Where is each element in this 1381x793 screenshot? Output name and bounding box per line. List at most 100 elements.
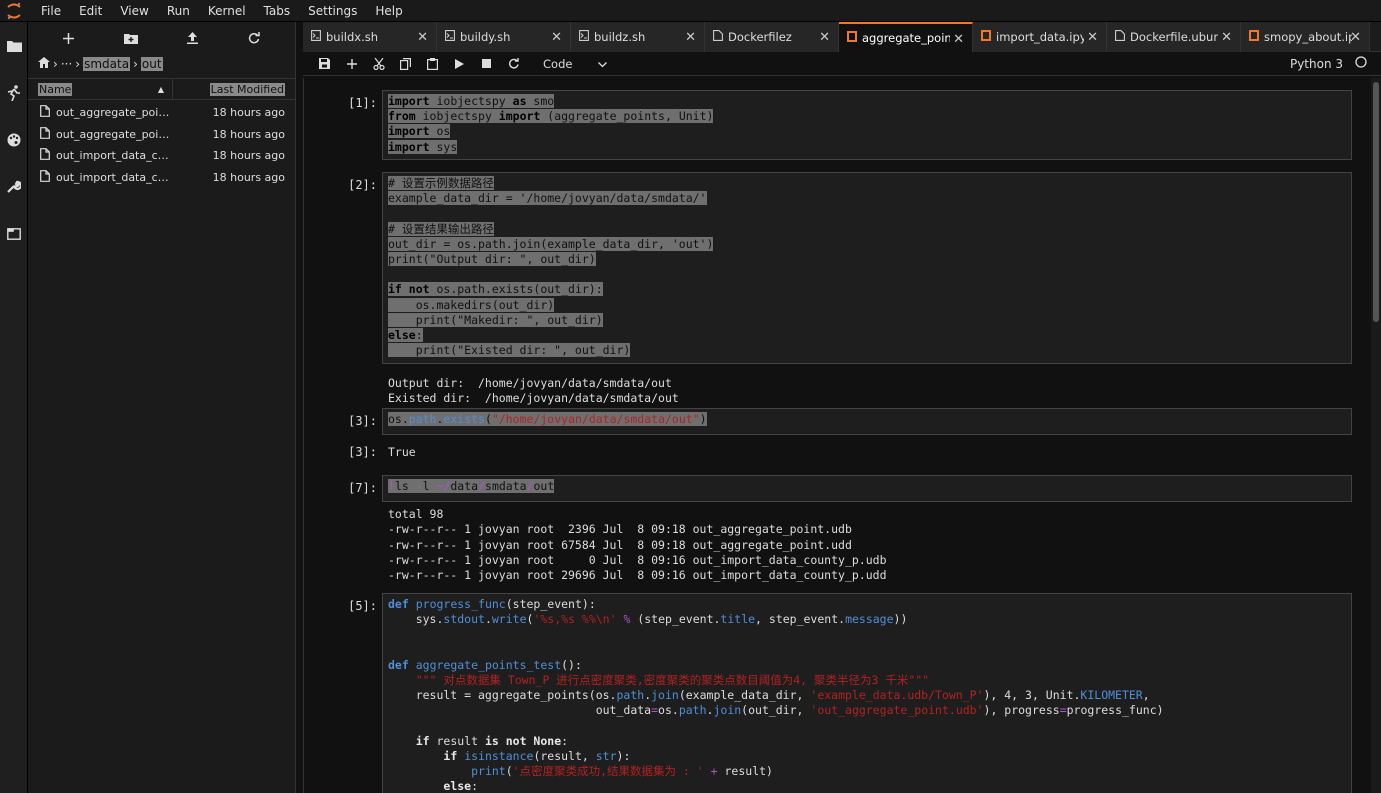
file-modified: 18 hours ago — [212, 170, 285, 184]
input-prompt: [5]: — [348, 599, 377, 613]
file-icon — [579, 30, 589, 44]
menu-file[interactable]: File — [32, 0, 70, 22]
file-modified: 18 hours ago — [212, 106, 285, 120]
file-row[interactable]: out_aggregate_point.udd 18 hours ago — [28, 124, 295, 146]
tabs-icon[interactable] — [0, 210, 28, 257]
tab-buildx[interactable]: buildx.sh ✕ — [303, 22, 437, 52]
kernel-indicator[interactable]: Python 3 — [1290, 56, 1381, 71]
tab-buildz[interactable]: buildz.sh ✕ — [571, 22, 705, 52]
file-icon — [311, 30, 321, 44]
run-icon[interactable] — [446, 53, 473, 75]
close-icon[interactable]: ✕ — [819, 30, 830, 45]
file-name: out_aggregate_point.udd — [56, 127, 174, 141]
breadcrumb-out[interactable]: out — [140, 57, 163, 71]
tab-bar: buildx.sh ✕ buildy.sh ✕ buildz.sh ✕ Dock… — [303, 22, 1381, 52]
refresh-button[interactable] — [239, 26, 269, 50]
menu-edit[interactable]: Edit — [70, 0, 111, 22]
cell-editor[interactable]: !ls -l ~/data/smdata/out — [382, 475, 1352, 502]
file-icon — [40, 148, 50, 163]
menu-kernel[interactable]: Kernel — [199, 0, 255, 22]
upload-button[interactable] — [177, 26, 207, 50]
close-icon[interactable]: ✕ — [953, 32, 964, 47]
close-icon[interactable]: ✕ — [1087, 30, 1098, 45]
close-icon[interactable]: ✕ — [417, 30, 428, 45]
new-folder-button[interactable] — [116, 26, 146, 50]
running-icon[interactable] — [0, 69, 28, 116]
new-launcher-button[interactable] — [54, 26, 84, 50]
cell-editor[interactable]: import iobjectspy as smo from iobjectspy … — [382, 90, 1352, 160]
column-modified-header[interactable]: Last Modified — [173, 82, 295, 96]
file-icon — [40, 126, 50, 142]
close-icon[interactable]: ✕ — [1221, 30, 1232, 45]
save-icon[interactable] — [311, 53, 338, 75]
menu-settings[interactable]: Settings — [299, 0, 366, 22]
tab-buildy[interactable]: buildy.sh ✕ — [437, 22, 571, 52]
menu-view[interactable]: View — [111, 0, 157, 22]
file-row[interactable]: out_import_data_county_p.udd 18 hours ag… — [28, 167, 295, 189]
code-text: # 设置示例数据路径 example_data_dir = '/home/jovy… — [388, 176, 714, 358]
notebook-scrollbar[interactable] — [1371, 78, 1381, 793]
input-prompt: [2]: — [348, 178, 377, 192]
chevron-down-icon — [598, 57, 607, 71]
paste-icon[interactable] — [419, 53, 446, 75]
cut-icon[interactable] — [365, 53, 392, 75]
main-area: buildx.sh ✕ buildy.sh ✕ buildz.sh ✕ Dock… — [303, 22, 1381, 793]
breadcrumb-separator: › — [53, 57, 58, 71]
jupyter-logo-icon — [0, 0, 28, 22]
file-row[interactable]: out_aggregate_point.udb 18 hours ago — [28, 102, 295, 124]
file-icon — [40, 169, 50, 185]
breadcrumb-ellipsis[interactable]: ··· — [61, 57, 72, 71]
tab-dockerfile-ubuntu[interactable]: Dockerfile.ubuntu ✕ — [1107, 22, 1241, 52]
restart-icon[interactable] — [500, 53, 527, 75]
file-name: out_aggregate_point.udb — [56, 106, 174, 120]
output-prompt: [3]: — [348, 445, 377, 459]
breadcrumb-smdata[interactable]: smdata — [83, 57, 131, 71]
stop-icon[interactable] — [473, 53, 500, 75]
input-prompt: [3]: — [348, 414, 377, 428]
notebook-icon — [847, 31, 857, 45]
menu-tabs[interactable]: Tabs — [255, 0, 300, 22]
input-prompt: [1]: — [348, 96, 377, 110]
input-prompt: [7]: — [348, 481, 377, 495]
code-text: !ls -l ~/data/smdata/out — [388, 479, 555, 493]
kernel-name: Python 3 — [1289, 56, 1343, 71]
menu-run[interactable]: Run — [158, 0, 199, 22]
cell-editor[interactable]: def progress_func(step_event): sys.stdou… — [382, 593, 1352, 793]
menu-help[interactable]: Help — [366, 0, 411, 22]
palette-icon[interactable] — [0, 116, 28, 163]
menubar: File Edit View Run Kernel Tabs Settings … — [0, 0, 1381, 22]
code-text: def progress_func(step_event): sys.stdou… — [388, 597, 1164, 793]
close-icon[interactable]: ✕ — [1350, 30, 1361, 45]
file-browser-toolbar — [28, 22, 295, 54]
notebook-icon — [981, 30, 991, 44]
file-modified: 18 hours ago — [212, 149, 285, 163]
tab-import-data[interactable]: import_data.ipynb ✕ — [973, 22, 1107, 52]
breadcrumb: › ··· › smdata › out — [28, 54, 295, 74]
notebook-panel: [1]: import iobjectspy as smo from iobjec… — [303, 78, 1371, 793]
scrollbar-thumb[interactable] — [1373, 82, 1379, 322]
home-icon[interactable] — [38, 57, 50, 71]
column-name-header[interactable]: Name ▲ — [28, 78, 173, 100]
close-icon[interactable]: ✕ — [685, 30, 696, 45]
folder-icon[interactable] — [0, 22, 28, 69]
breadcrumb-separator: › — [75, 57, 81, 71]
cell-output: True — [388, 445, 416, 459]
code-text: import iobjectspy as smo from iobjectspy … — [388, 94, 714, 154]
tab-dockerfilez[interactable]: Dockerfilez ✕ — [705, 22, 839, 52]
sort-ascending-icon: ▲ — [157, 84, 164, 94]
tab-smopy-about[interactable]: smopy_about.ipy ✕ — [1241, 22, 1370, 52]
kernel-status-icon — [1355, 56, 1367, 71]
file-modified: 18 hours ago — [212, 127, 285, 141]
cell-editor[interactable]: os.path.exists("/home/jovyan/data/smdata… — [382, 408, 1352, 435]
tab-aggregate-points[interactable]: aggregate_points ✕ — [839, 22, 973, 52]
file-row[interactable]: out_import_data_county_p.udb 18 hours ag… — [28, 145, 295, 167]
close-icon[interactable]: ✕ — [551, 30, 562, 45]
insert-cell-icon[interactable] — [338, 53, 365, 75]
cell-type-dropdown[interactable]: Code — [539, 54, 611, 74]
copy-icon[interactable] — [392, 53, 419, 75]
file-list-header: Name ▲ Last Modified — [28, 78, 295, 100]
cell-editor[interactable]: # 设置示例数据路径 example_data_dir = '/home/jovy… — [382, 172, 1352, 364]
cell-output: total 98 -rw-r--r-- 1 jovyan root 2396 J… — [388, 507, 887, 583]
wrench-icon[interactable] — [0, 163, 28, 210]
breadcrumb-separator: › — [133, 57, 138, 71]
